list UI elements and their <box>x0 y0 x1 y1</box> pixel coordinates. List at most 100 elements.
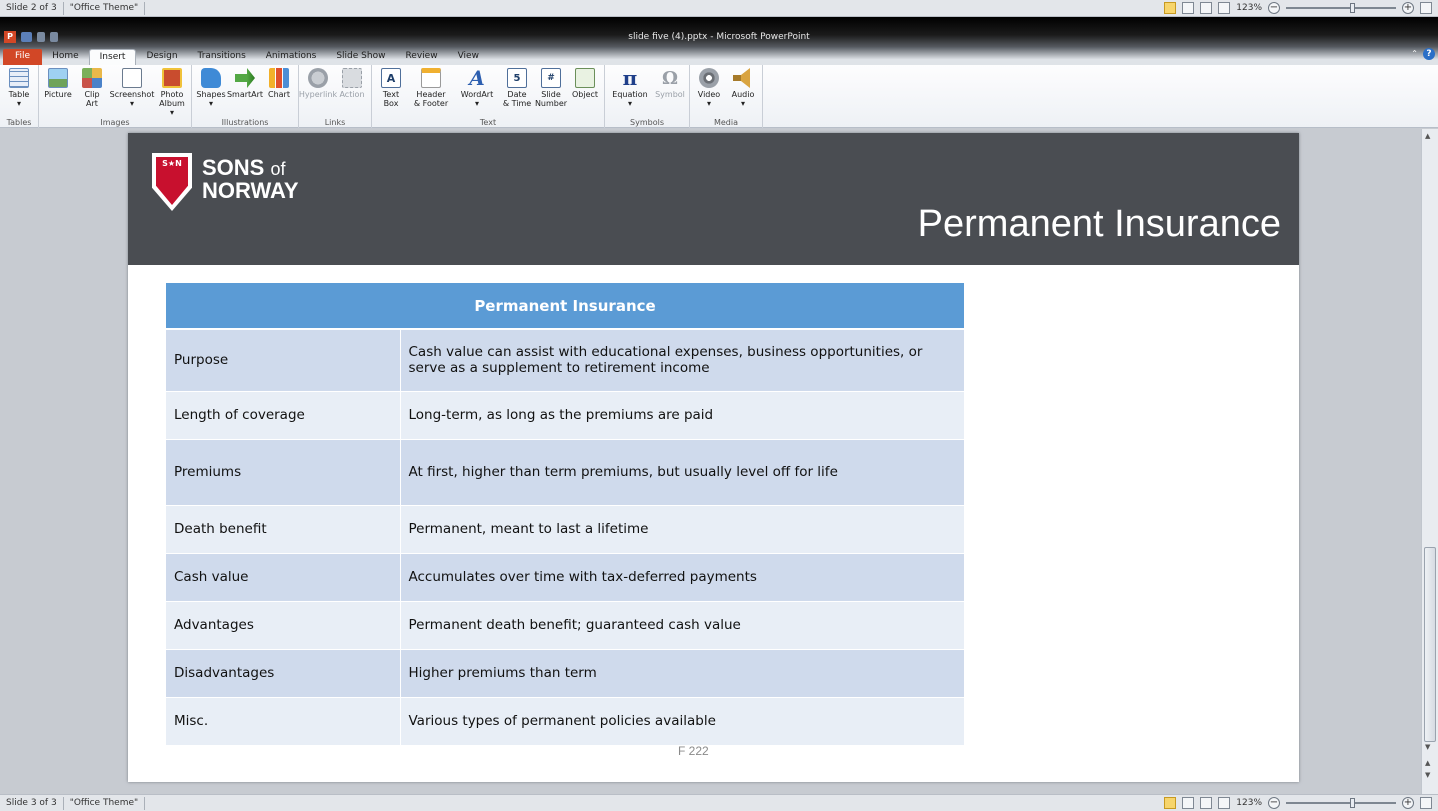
tab-transitions[interactable]: Transitions <box>188 49 256 65</box>
slide-number-button[interactable]: # Slide Number <box>535 68 567 108</box>
slideshow-view-button[interactable] <box>1218 797 1231 809</box>
slide-indicator: Slide 2 of 3 <box>0 1 64 15</box>
video-icon <box>699 68 719 88</box>
zoom-level[interactable]: 123% <box>1236 798 1262 808</box>
table-row[interactable]: Cash value Accumulates over time with tax… <box>166 552 964 601</box>
tab-review[interactable]: Review <box>395 49 447 65</box>
tab-file[interactable]: File <box>3 49 43 65</box>
smartart-button[interactable]: SmartArt <box>227 68 263 108</box>
zoom-in-button[interactable]: + <box>1402 797 1414 809</box>
row-label[interactable]: Cash value <box>166 552 401 601</box>
fit-to-window-button[interactable] <box>1420 797 1432 809</box>
scroll-down-arrow[interactable]: ▼ <box>1425 743 1430 751</box>
tab-animations[interactable]: Animations <box>256 49 327 65</box>
theme-indicator[interactable]: "Office Theme" <box>64 796 146 810</box>
slide-sorter-button[interactable] <box>1182 2 1195 14</box>
ribbon-button-label: Equation ▾ <box>612 90 648 108</box>
clip-art-button[interactable]: Clip Art <box>76 68 108 117</box>
zoom-level[interactable]: 123% <box>1236 3 1262 13</box>
normal-view-button[interactable] <box>1164 797 1177 809</box>
table-row[interactable]: Advantages Permanent death benefit; guara… <box>166 600 964 649</box>
table-row[interactable]: Length of coverage Long-term, as long as … <box>166 390 964 439</box>
symbol-button[interactable]: Ω Symbol <box>654 68 686 108</box>
ribbon-group-label: Images <box>100 118 130 127</box>
row-label[interactable]: Length of coverage <box>166 390 401 439</box>
ribbon-group-media: Video ▾ Audio ▾ Media <box>690 65 763 128</box>
tab-design[interactable]: Design <box>136 49 187 65</box>
scrollbar-thumb[interactable] <box>1424 547 1436 742</box>
vertical-scrollbar[interactable]: ▲ ▼ ▲ ▼ <box>1421 129 1438 794</box>
zoom-slider-thumb[interactable] <box>1349 798 1355 808</box>
zoom-out-button[interactable]: − <box>1268 2 1280 14</box>
header-footer-button[interactable]: Header & Footer <box>409 68 453 108</box>
row-value[interactable]: Various types of permanent policies avai… <box>400 696 964 745</box>
tab-slide-show[interactable]: Slide Show <box>326 49 395 65</box>
table-row[interactable]: Purpose Cash value can assist with educat… <box>166 328 964 391</box>
symbol-icon: Ω <box>661 67 679 89</box>
table-icon <box>9 68 29 88</box>
table-row[interactable]: Misc. Various types of permanent policies… <box>166 696 964 745</box>
row-value[interactable]: Permanent death benefit; guaranteed cash… <box>400 600 964 649</box>
minimize-ribbon-icon[interactable]: ⌃ <box>1411 49 1418 58</box>
tab-insert[interactable]: Insert <box>88 49 137 65</box>
previous-slide-button[interactable]: ▲ <box>1425 759 1430 767</box>
row-label[interactable]: Advantages <box>166 600 401 649</box>
audio-button[interactable]: Audio ▾ <box>727 68 759 108</box>
slideshow-view-button[interactable] <box>1218 2 1231 14</box>
video-button[interactable]: Video ▾ <box>693 68 725 108</box>
table-header[interactable]: Permanent Insurance <box>166 283 964 330</box>
row-label[interactable]: Purpose <box>166 328 401 391</box>
action-button[interactable]: Action <box>336 68 368 99</box>
zoom-slider[interactable] <box>1286 3 1396 13</box>
tab-view[interactable]: View <box>448 49 489 65</box>
slide-sorter-button[interactable] <box>1182 797 1195 809</box>
zoom-in-button[interactable]: + <box>1402 2 1414 14</box>
date-time-button[interactable]: 5 Date & Time <box>501 68 533 108</box>
table-row[interactable]: Death benefit Permanent, meant to last a … <box>166 504 964 553</box>
slide-canvas[interactable]: S★N SONS of NORWAY Permanent Insurance P… <box>128 133 1299 782</box>
object-button[interactable]: Object <box>569 68 601 108</box>
ribbon-group-images: Picture Clip Art Screenshot ▾ Photo Album ▾… <box>39 65 192 128</box>
row-label[interactable]: Premiums <box>166 438 401 505</box>
chart-button[interactable]: Chart <box>263 68 295 108</box>
wordart-button[interactable]: A WordArt ▾ <box>455 66 499 108</box>
row-value[interactable]: Cash value can assist with educational e… <box>400 328 964 391</box>
insurance-table[interactable]: Permanent Insurance Purpose Cash value ca… <box>166 283 964 745</box>
theme-indicator[interactable]: "Office Theme" <box>64 1 146 15</box>
equation-button[interactable]: π Equation ▾ <box>608 66 652 108</box>
table-button[interactable]: Table ▾ <box>3 68 35 108</box>
row-value[interactable]: Higher premiums than term <box>400 648 964 697</box>
screenshot-button[interactable]: Screenshot ▾ <box>110 68 154 117</box>
hyperlink-button[interactable]: Hyperlink <box>299 68 337 99</box>
row-label[interactable]: Misc. <box>166 696 401 745</box>
shapes-button[interactable]: Shapes ▾ <box>195 68 227 108</box>
fit-to-window-button[interactable] <box>1420 2 1432 14</box>
help-icon[interactable]: ? <box>1423 48 1435 60</box>
status-bar-top: Slide 2 of 3 "Office Theme" 123% − + <box>0 0 1438 17</box>
ribbon-button-label: Chart <box>268 90 290 99</box>
reading-view-button[interactable] <box>1200 797 1213 809</box>
shield-mark: S★N <box>162 159 182 168</box>
slide-footer[interactable]: F 222 <box>678 744 709 758</box>
table-row[interactable]: Disadvantages Higher premiums than term <box>166 648 964 697</box>
reading-view-button[interactable] <box>1200 2 1213 14</box>
tab-home[interactable]: Home <box>42 49 89 65</box>
row-value[interactable]: Permanent, meant to last a lifetime <box>400 504 964 553</box>
row-label[interactable]: Death benefit <box>166 504 401 553</box>
row-value[interactable]: Long-term, as long as the premiums are p… <box>400 390 964 439</box>
row-value[interactable]: Accumulates over time with tax-deferred … <box>400 552 964 601</box>
zoom-slider-thumb[interactable] <box>1349 3 1355 13</box>
zoom-out-button[interactable]: − <box>1268 797 1280 809</box>
scroll-up-arrow[interactable]: ▲ <box>1425 132 1430 140</box>
zoom-slider[interactable] <box>1286 798 1396 808</box>
slide-title[interactable]: Permanent Insurance <box>918 203 1281 246</box>
table-row[interactable]: Premiums At first, higher than term premi… <box>166 438 964 505</box>
picture-button[interactable]: Picture <box>42 68 74 117</box>
row-label[interactable]: Disadvantages <box>166 648 401 697</box>
next-slide-button[interactable]: ▼ <box>1425 771 1430 779</box>
photo-album-button[interactable]: Photo Album ▾ <box>156 68 188 117</box>
normal-view-button[interactable] <box>1164 2 1177 14</box>
ribbon-group-label: Text <box>479 118 497 127</box>
row-value[interactable]: At first, higher than term premiums, but… <box>400 438 964 505</box>
text-box-button[interactable]: A Text Box <box>375 68 407 108</box>
